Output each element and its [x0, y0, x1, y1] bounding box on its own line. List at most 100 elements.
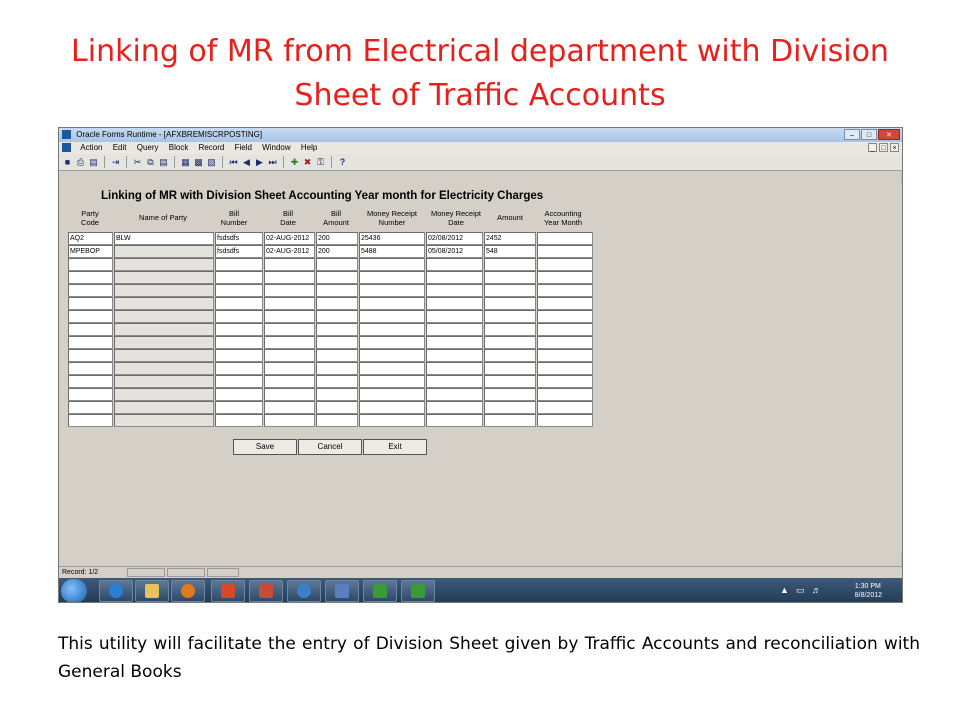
cell-bill-number[interactable] — [215, 336, 263, 349]
mdi-restore-button[interactable]: □ — [879, 143, 888, 152]
cell-acct-ym[interactable] — [537, 284, 593, 297]
cell-amount[interactable] — [484, 336, 536, 349]
cell-bill-date[interactable] — [264, 401, 315, 414]
cell-party-name[interactable] — [114, 284, 214, 297]
cell-mr-number[interactable] — [359, 414, 425, 427]
exit-icon[interactable]: ⇥ — [110, 157, 121, 168]
cell-amount[interactable] — [484, 284, 536, 297]
cell-bill-amount[interactable] — [316, 388, 358, 401]
cell-mr-date[interactable] — [426, 414, 483, 427]
cell-party-code[interactable] — [68, 401, 113, 414]
cell-mr-number[interactable] — [359, 362, 425, 375]
cell-party-code[interactable] — [68, 323, 113, 336]
cell-party-code[interactable] — [68, 271, 113, 284]
cell-bill-number[interactable] — [215, 323, 263, 336]
close-button[interactable]: ✕ — [878, 129, 900, 140]
cell-bill-amount[interactable] — [316, 336, 358, 349]
cell-amount[interactable] — [484, 388, 536, 401]
cell-bill-number[interactable] — [215, 258, 263, 271]
cell-acct-ym[interactable] — [537, 258, 593, 271]
cell-bill-amount[interactable] — [316, 258, 358, 271]
cell-bill-date[interactable]: 02-AUG-2012 — [264, 245, 315, 258]
cell-bill-date[interactable] — [264, 297, 315, 310]
menu-window[interactable]: Window — [258, 142, 294, 154]
cell-mr-date[interactable]: 02/08/2012 — [426, 232, 483, 245]
cell-mr-date[interactable]: 05/08/2012 — [426, 245, 483, 258]
save-icon[interactable]: ■ — [62, 157, 73, 168]
menu-block[interactable]: Block — [165, 142, 193, 154]
cell-amount[interactable] — [484, 297, 536, 310]
cell-party-name[interactable] — [114, 336, 214, 349]
cell-bill-date[interactable]: 02-AUG-2012 — [264, 232, 315, 245]
cell-acct-ym[interactable] — [537, 362, 593, 375]
cell-mr-date[interactable] — [426, 323, 483, 336]
cell-party-name[interactable]: BLW — [114, 232, 214, 245]
cell-bill-amount[interactable] — [316, 349, 358, 362]
cell-amount[interactable] — [484, 323, 536, 336]
explorer-taskbar-icon[interactable] — [135, 580, 169, 602]
cell-party-code[interactable] — [68, 258, 113, 271]
network-icon[interactable]: ▭ — [796, 586, 805, 595]
cell-party-name[interactable] — [114, 271, 214, 284]
oracle-forms-taskbar-icon[interactable] — [401, 580, 435, 602]
last-record-icon[interactable]: ⏭ — [267, 157, 278, 168]
cell-party-name[interactable] — [114, 388, 214, 401]
cell-party-code[interactable] — [68, 297, 113, 310]
cell-party-code[interactable]: AQ2 — [68, 232, 113, 245]
cell-mr-number[interactable] — [359, 284, 425, 297]
cell-party-code[interactable] — [68, 362, 113, 375]
cell-bill-date[interactable] — [264, 284, 315, 297]
cell-party-code[interactable]: MPEBOP — [68, 245, 113, 258]
show-hidden-icons-icon[interactable]: ▲ — [780, 586, 789, 595]
cell-mr-number[interactable] — [359, 349, 425, 362]
cell-acct-ym[interactable] — [537, 232, 593, 245]
cell-mr-date[interactable] — [426, 310, 483, 323]
next-record-icon[interactable]: ▶ — [254, 157, 265, 168]
cell-mr-date[interactable] — [426, 362, 483, 375]
cell-bill-amount[interactable] — [316, 401, 358, 414]
execute-query-icon[interactable]: ▩ — [193, 157, 204, 168]
cell-bill-date[interactable] — [264, 271, 315, 284]
cell-mr-date[interactable] — [426, 349, 483, 362]
ie-taskbar-icon[interactable] — [99, 580, 133, 602]
cell-party-code[interactable] — [68, 310, 113, 323]
cell-amount[interactable] — [484, 401, 536, 414]
app-taskbar-icon[interactable] — [325, 580, 359, 602]
cell-mr-number[interactable] — [359, 388, 425, 401]
copy-icon[interactable]: ⧉ — [145, 157, 156, 168]
cell-amount[interactable] — [484, 375, 536, 388]
cell-party-name[interactable] — [114, 375, 214, 388]
preview-icon[interactable]: ▤ — [88, 157, 99, 168]
cell-bill-date[interactable] — [264, 310, 315, 323]
cell-bill-amount[interactable] — [316, 271, 358, 284]
menu-record[interactable]: Record — [195, 142, 229, 154]
menu-query[interactable]: Query — [133, 142, 163, 154]
cell-party-name[interactable] — [114, 245, 214, 258]
cell-amount[interactable] — [484, 258, 536, 271]
cell-acct-ym[interactable] — [537, 310, 593, 323]
exit-button[interactable]: Exit — [363, 439, 427, 455]
powerpoint-taskbar-icon[interactable] — [211, 580, 245, 602]
maximize-button[interactable]: □ — [861, 129, 877, 140]
cell-mr-number[interactable] — [359, 258, 425, 271]
cell-bill-number[interactable] — [215, 388, 263, 401]
cell-party-name[interactable] — [114, 362, 214, 375]
cell-bill-date[interactable] — [264, 258, 315, 271]
mdi-close-button[interactable]: × — [890, 143, 899, 152]
cell-acct-ym[interactable] — [537, 414, 593, 427]
cell-mr-number[interactable] — [359, 310, 425, 323]
cell-mr-date[interactable] — [426, 271, 483, 284]
media-player-taskbar-icon[interactable] — [171, 580, 205, 602]
cell-bill-number[interactable] — [215, 401, 263, 414]
help-icon[interactable]: ? — [337, 157, 348, 168]
cell-party-name[interactable] — [114, 349, 214, 362]
cell-bill-number[interactable] — [215, 375, 263, 388]
cell-bill-number[interactable] — [215, 414, 263, 427]
cell-mr-date[interactable] — [426, 297, 483, 310]
app-taskbar-icon[interactable] — [249, 580, 283, 602]
cut-icon[interactable]: ✂ — [132, 157, 143, 168]
cell-party-name[interactable] — [114, 310, 214, 323]
cell-bill-amount[interactable] — [316, 362, 358, 375]
cell-bill-date[interactable] — [264, 349, 315, 362]
cell-bill-amount[interactable]: 200 — [316, 245, 358, 258]
